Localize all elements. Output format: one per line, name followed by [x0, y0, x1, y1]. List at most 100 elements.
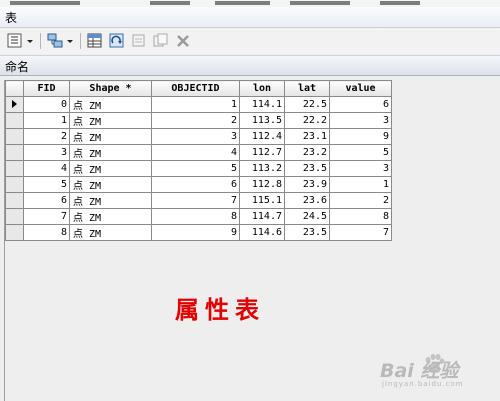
window-titlebar: 表 [0, 7, 500, 28]
table-name: 命名 [5, 60, 30, 74]
clear-selection-icon[interactable] [130, 32, 148, 50]
row-selector[interactable] [5, 144, 24, 161]
cell-objectid[interactable]: 1 [151, 96, 240, 113]
header-row: FID Shape * OBJECTID lon lat value [5, 80, 392, 97]
cell-lon[interactable]: 114.1 [239, 96, 285, 113]
table-row[interactable]: 0 点 ZM 1 114.1 22.5 6 [5, 96, 392, 113]
cell-fid[interactable]: 4 [23, 160, 70, 177]
cell-objectid[interactable]: 5 [151, 160, 240, 177]
cell-lon[interactable]: 112.4 [239, 128, 285, 145]
cell-lat[interactable]: 23.9 [284, 176, 330, 193]
cell-lon[interactable]: 113.5 [239, 112, 285, 129]
watermark-text: Bai 经验 [380, 360, 459, 382]
cell-lat[interactable]: 24.5 [284, 208, 330, 225]
cell-value[interactable]: 5 [329, 144, 392, 161]
table-row[interactable]: 1 点 ZM 2 113.5 22.2 3 [5, 112, 392, 129]
cell-objectid[interactable]: 3 [151, 128, 240, 145]
table-row[interactable]: 6 点 ZM 7 115.1 23.6 2 [5, 192, 392, 209]
cell-objectid[interactable]: 4 [151, 144, 240, 161]
cell-shape[interactable]: 点 ZM [69, 144, 152, 161]
related-tables-icon[interactable] [46, 32, 76, 50]
cell-shape[interactable]: 点 ZM [69, 192, 152, 209]
cell-shape[interactable]: 点 ZM [69, 128, 152, 145]
current-row-arrow-icon [12, 100, 17, 108]
row-selector[interactable] [5, 208, 24, 225]
cell-value[interactable]: 1 [329, 176, 392, 193]
cell-lat[interactable]: 23.5 [284, 224, 330, 241]
cell-lon[interactable]: 112.7 [239, 144, 285, 161]
cell-value[interactable]: 3 [329, 112, 392, 129]
cell-fid[interactable]: 6 [23, 192, 70, 209]
cell-objectid[interactable]: 8 [151, 208, 240, 225]
table-toolbar [0, 28, 500, 54]
row-selector[interactable] [5, 160, 24, 177]
window-title: 表 [5, 11, 18, 25]
cell-lon[interactable]: 113.2 [239, 160, 285, 177]
cell-shape[interactable]: 点 ZM [69, 160, 152, 177]
table-options-icon[interactable] [6, 32, 36, 50]
baidu-jingyan-watermark: Bai 经验 jingyan.baidu.com [378, 350, 498, 394]
cropped-top-strip [0, 0, 500, 7]
column-header-fid[interactable]: FID [23, 80, 70, 97]
cell-fid[interactable]: 0 [23, 96, 70, 113]
cell-lat[interactable]: 23.1 [284, 128, 330, 145]
watermark-url: jingyan.baidu.com [382, 380, 464, 388]
cell-shape[interactable]: 点 ZM [69, 96, 152, 113]
table-row[interactable]: 8 点 ZM 9 114.6 23.5 7 [5, 224, 392, 241]
cell-shape[interactable]: 点 ZM [69, 208, 152, 225]
cell-lat[interactable]: 23.6 [284, 192, 330, 209]
cell-lon[interactable]: 114.6 [239, 224, 285, 241]
cell-lat[interactable]: 22.5 [284, 96, 330, 113]
cell-lon[interactable]: 114.7 [239, 208, 285, 225]
cell-lat[interactable]: 22.2 [284, 112, 330, 129]
toolbar-separator [40, 33, 41, 49]
cell-lon[interactable]: 115.1 [239, 192, 285, 209]
table-row[interactable]: 7 点 ZM 8 114.7 24.5 8 [5, 208, 392, 225]
switch-selection-icon[interactable] [108, 32, 126, 50]
column-header-objectid[interactable]: OBJECTID [151, 80, 240, 97]
table-tab-caption: 命名 [0, 55, 500, 76]
cell-objectid[interactable]: 6 [151, 176, 240, 193]
attribute-table: FID Shape * OBJECTID lon lat value 0 点 Z… [5, 80, 392, 241]
row-selector[interactable] [5, 176, 24, 193]
row-selector-header[interactable] [5, 80, 24, 97]
select-by-attributes-icon[interactable] [86, 32, 104, 50]
row-selector[interactable] [5, 224, 24, 241]
row-selector[interactable] [5, 128, 24, 145]
copy-selected-icon[interactable] [152, 32, 170, 50]
cell-fid[interactable]: 5 [23, 176, 70, 193]
cell-objectid[interactable]: 2 [151, 112, 240, 129]
cell-fid[interactable]: 2 [23, 128, 70, 145]
cell-shape[interactable]: 点 ZM [69, 224, 152, 241]
cell-value[interactable]: 6 [329, 96, 392, 113]
table-row[interactable]: 2 点 ZM 3 112.4 23.1 9 [5, 128, 392, 145]
row-selector[interactable] [5, 96, 24, 113]
cell-objectid[interactable]: 9 [151, 224, 240, 241]
cell-shape[interactable]: 点 ZM [69, 112, 152, 129]
cell-value[interactable]: 8 [329, 208, 392, 225]
column-header-lon[interactable]: lon [239, 80, 285, 97]
row-selector[interactable] [5, 192, 24, 209]
column-header-value[interactable]: value [329, 80, 392, 97]
cell-shape[interactable]: 点 ZM [69, 176, 152, 193]
cell-lat[interactable]: 23.2 [284, 144, 330, 161]
cell-value[interactable]: 3 [329, 160, 392, 177]
cell-fid[interactable]: 8 [23, 224, 70, 241]
cell-value[interactable]: 2 [329, 192, 392, 209]
table-row[interactable]: 5 点 ZM 6 112.8 23.9 1 [5, 176, 392, 193]
delete-selected-icon[interactable] [174, 32, 192, 50]
table-row[interactable]: 4 点 ZM 5 113.2 23.5 3 [5, 160, 392, 177]
cell-fid[interactable]: 7 [23, 208, 70, 225]
cell-fid[interactable]: 3 [23, 144, 70, 161]
cell-value[interactable]: 7 [329, 224, 392, 241]
cell-objectid[interactable]: 7 [151, 192, 240, 209]
row-selector[interactable] [5, 112, 24, 129]
cell-fid[interactable]: 1 [23, 112, 70, 129]
column-header-shape[interactable]: Shape * [69, 80, 152, 97]
cell-value[interactable]: 9 [329, 128, 392, 145]
cell-lat[interactable]: 23.5 [284, 160, 330, 177]
cell-lon[interactable]: 112.8 [239, 176, 285, 193]
column-header-lat[interactable]: lat [284, 80, 330, 97]
attribute-table-annotation: 属性表 [175, 295, 265, 324]
table-row[interactable]: 3 点 ZM 4 112.7 23.2 5 [5, 144, 392, 161]
